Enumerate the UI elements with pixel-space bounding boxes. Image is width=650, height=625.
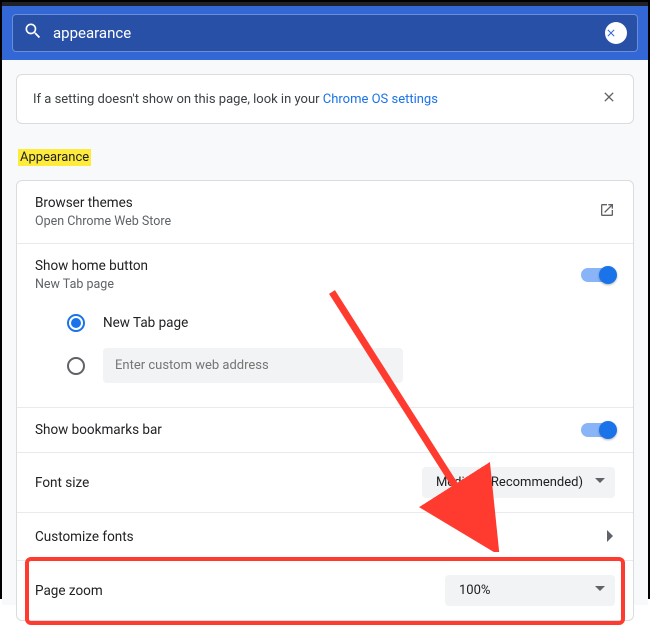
search-icon xyxy=(23,21,53,45)
info-text: If a setting doesn't show on this page, … xyxy=(33,92,438,107)
chrome-os-settings-link[interactable]: Chrome OS settings xyxy=(323,92,438,107)
show-bookmarks-row: Show bookmarks bar xyxy=(17,408,633,453)
home-radio-custom[interactable] xyxy=(35,340,615,391)
themes-sub: Open Chrome Web Store xyxy=(35,214,171,229)
page-zoom-dropdown[interactable]: 100% xyxy=(445,575,615,606)
home-radio-group: New Tab page xyxy=(17,306,633,408)
font-size-title: Font size xyxy=(35,475,89,491)
info-prefix: If a setting doesn't show on this page, … xyxy=(33,92,323,107)
customize-fonts-title: Customize fonts xyxy=(35,529,134,545)
home-button-toggle[interactable] xyxy=(581,268,615,282)
close-icon xyxy=(605,26,617,40)
info-close-button[interactable] xyxy=(601,89,617,109)
bookmarks-title: Show bookmarks bar xyxy=(35,422,162,438)
radio-icon xyxy=(67,314,85,332)
section-header-appearance: Appearance xyxy=(18,149,91,166)
chevron-down-icon xyxy=(595,475,605,490)
chevron-right-icon xyxy=(607,527,615,546)
home-title: Show home button xyxy=(35,258,148,274)
appearance-card: Browser themes Open Chrome Web Store Sho… xyxy=(16,180,634,621)
home-sub: New Tab page xyxy=(35,277,148,292)
themes-title: Browser themes xyxy=(35,195,171,211)
info-banner: If a setting doesn't show on this page, … xyxy=(16,74,634,124)
bookmarks-toggle[interactable] xyxy=(581,423,615,437)
radio-newtab-label: New Tab page xyxy=(103,315,188,331)
show-home-button-row: Show home button New Tab page xyxy=(17,244,633,306)
font-size-value: Medium (Recommended) xyxy=(436,475,583,490)
chevron-down-icon xyxy=(595,583,605,598)
customize-fonts-row[interactable]: Customize fonts xyxy=(17,513,633,561)
clear-search-button[interactable] xyxy=(605,22,627,44)
search-input[interactable] xyxy=(53,24,597,42)
home-radio-newtab[interactable]: New Tab page xyxy=(35,306,615,340)
close-icon xyxy=(601,89,617,105)
search-field-wrap[interactable] xyxy=(12,14,638,52)
page-zoom-value: 100% xyxy=(459,583,490,598)
browser-themes-row[interactable]: Browser themes Open Chrome Web Store xyxy=(17,181,633,244)
page-zoom-row: Page zoom 100% xyxy=(17,561,633,620)
page-zoom-title: Page zoom xyxy=(35,583,103,599)
settings-body: If a setting doesn't show on this page, … xyxy=(2,60,648,605)
font-size-dropdown[interactable]: Medium (Recommended) xyxy=(422,467,615,498)
radio-icon xyxy=(67,357,85,375)
search-bar xyxy=(2,6,648,60)
font-size-row: Font size Medium (Recommended) xyxy=(17,453,633,513)
custom-address-input[interactable] xyxy=(103,348,403,383)
external-link-icon xyxy=(599,202,615,222)
